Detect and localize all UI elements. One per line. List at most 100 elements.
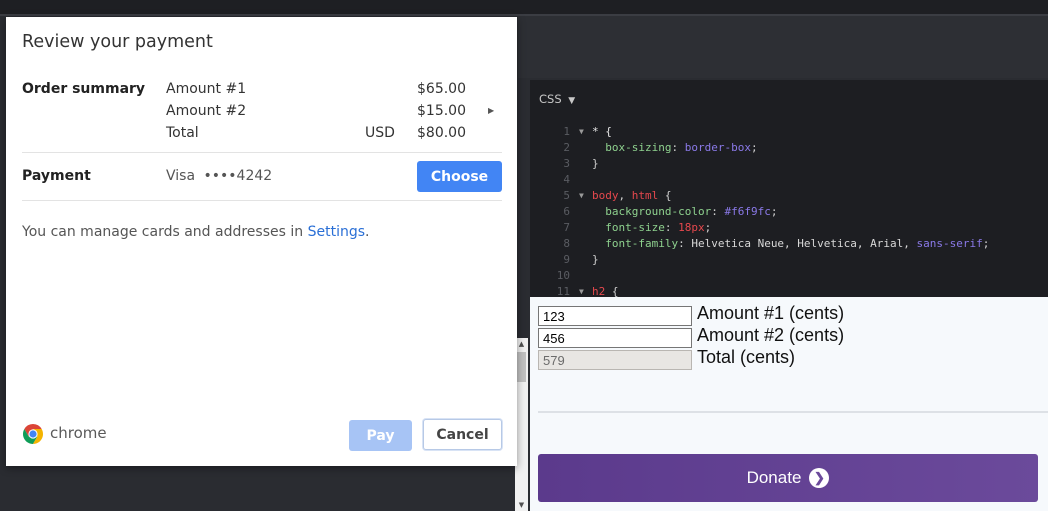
editor-toolbar-area [518, 16, 1048, 78]
code-line[interactable]: 6 background-color: #f6f9fc; [530, 204, 1048, 220]
code-line[interactable]: 11 ▼ h2 { [530, 284, 1048, 297]
donate-button[interactable]: Donate ❯ [538, 454, 1038, 502]
line-number: 5 [563, 189, 570, 202]
code-token: : [664, 221, 679, 234]
donate-label: Donate [746, 468, 802, 487]
code-token: } [592, 157, 599, 170]
code-token: { [605, 285, 619, 297]
code-token: : [678, 237, 692, 250]
line-number: 4 [563, 173, 570, 186]
line-number: 2 [563, 141, 570, 154]
section-divider [22, 152, 502, 153]
payment-label: Payment [22, 168, 91, 184]
choose-button[interactable]: Choose [417, 161, 502, 192]
code-text: font-family: Helvetica Neue, Helvetica, … [592, 236, 989, 252]
code-line[interactable]: 7 font-size: 18px; [530, 220, 1048, 236]
amount1-input[interactable] [538, 306, 692, 326]
code-token: 18px [678, 221, 705, 234]
line-number: 11 [556, 285, 570, 297]
code-token: h2 [592, 285, 606, 297]
code-lines[interactable]: 1 ▼ * {2 box-sizing: border-box; 3} 4 5 ▼ body,… [530, 124, 1048, 297]
code-line[interactable]: 8 font-family: Helvetica Neue, Helvetica… [530, 236, 1048, 252]
code-line[interactable]: 5 ▼ body, html { [530, 188, 1048, 204]
line-number: 10 [556, 269, 570, 282]
result-preview: Amount #1 (cents) Amount #2 (cents) Tota… [530, 297, 1048, 511]
card-brand: Visa [166, 168, 196, 184]
code-token: ; [982, 237, 990, 250]
scrollbar-thumb[interactable] [517, 352, 526, 382]
line-number: 9 [563, 253, 570, 266]
code-line[interactable]: 2 box-sizing: border-box; [530, 140, 1048, 156]
code-token: Helvetica Neue, Helvetica, Arial, [691, 237, 917, 250]
selected-card: Visa ••••4242 [166, 168, 272, 184]
pay-button[interactable]: Pay [349, 420, 412, 451]
order-item-amount: $15.00 [417, 103, 466, 119]
total-amount: $80.00 [417, 125, 466, 141]
code-text: h2 { [592, 284, 619, 297]
code-line[interactable]: 3} [530, 156, 1048, 172]
section-divider [22, 200, 502, 201]
css-panel-title: CSS [539, 92, 562, 106]
preview-divider [538, 411, 1048, 413]
order-item-label: Amount #2 [166, 103, 247, 119]
fold-arrow-icon[interactable]: ▼ [579, 124, 584, 140]
line-number: 7 [563, 221, 570, 234]
code-token: { [658, 189, 672, 202]
scroll-up-icon[interactable]: ▲ [517, 338, 526, 350]
manage-period: . [365, 224, 370, 240]
code-text: * { [592, 124, 612, 140]
code-text: } [592, 252, 599, 268]
css-editor[interactable]: CSS ▼ 1 ▼ * {2 box-sizing: border-box; 3} 4 5… [530, 80, 1048, 297]
manage-sentence: You can manage cards and addresses in [22, 224, 304, 240]
expand-arrow-icon[interactable]: ▶ [488, 106, 494, 115]
total-input [538, 350, 692, 370]
line-number: 8 [563, 237, 570, 250]
amount2-input[interactable] [538, 328, 692, 348]
code-token: body [592, 189, 619, 202]
chrome-wordmark: chrome [50, 424, 107, 442]
code-token: : [671, 141, 685, 154]
code-token: sans-serif [916, 237, 983, 250]
currency-code: USD [365, 125, 395, 141]
code-token: box-sizing [592, 141, 672, 154]
order-item-label: Amount #1 [166, 81, 247, 97]
payment-dialog: Review your payment Order summary Amount… [6, 17, 517, 466]
code-token: , [618, 189, 632, 202]
settings-link[interactable]: Settings [308, 224, 365, 240]
chrome-logo-icon [23, 424, 43, 444]
code-token: ; [704, 221, 712, 234]
code-token: background-color [592, 205, 712, 218]
code-token: ; [750, 141, 758, 154]
card-mask: ••••4242 [203, 168, 273, 184]
cancel-button[interactable]: Cancel [423, 419, 502, 450]
code-token: } [592, 253, 599, 266]
scroll-down-icon[interactable]: ▼ [517, 499, 526, 511]
code-token: font-size [592, 221, 665, 234]
fold-arrow-icon[interactable]: ▼ [579, 188, 584, 204]
code-token: border-box [684, 141, 751, 154]
code-token: * { [592, 125, 612, 138]
code-text: font-size: 18px; [592, 220, 711, 236]
code-token: ; [770, 205, 778, 218]
code-line[interactable]: 9} [530, 252, 1048, 268]
amount1-label: Amount #1 (cents) [697, 303, 845, 323]
chevron-right-icon: ❯ [809, 468, 830, 488]
code-line[interactable]: 1 ▼ * { [530, 124, 1048, 140]
code-text: } [592, 156, 599, 172]
fold-arrow-icon[interactable]: ▼ [579, 284, 584, 297]
order-item-amount: $65.00 [417, 81, 466, 97]
code-line[interactable]: 10 [530, 268, 1048, 284]
css-panel-header[interactable]: CSS ▼ [539, 92, 575, 106]
code-token: #f6f9fc [724, 205, 771, 218]
line-number: 1 [563, 125, 570, 138]
code-text: background-color: #f6f9fc; [592, 204, 777, 220]
code-token: : [711, 205, 725, 218]
code-token: html [631, 189, 659, 202]
caret-down-icon[interactable]: ▼ [568, 96, 575, 106]
manage-text: You can manage cards and addresses in Se… [22, 224, 369, 240]
code-line[interactable]: 4 [530, 172, 1048, 188]
amount2-label: Amount #2 (cents) [697, 325, 845, 345]
dialog-title: Review your payment [22, 32, 213, 52]
code-text: box-sizing: border-box; [592, 140, 758, 156]
total-label: Total (cents) [697, 347, 796, 367]
